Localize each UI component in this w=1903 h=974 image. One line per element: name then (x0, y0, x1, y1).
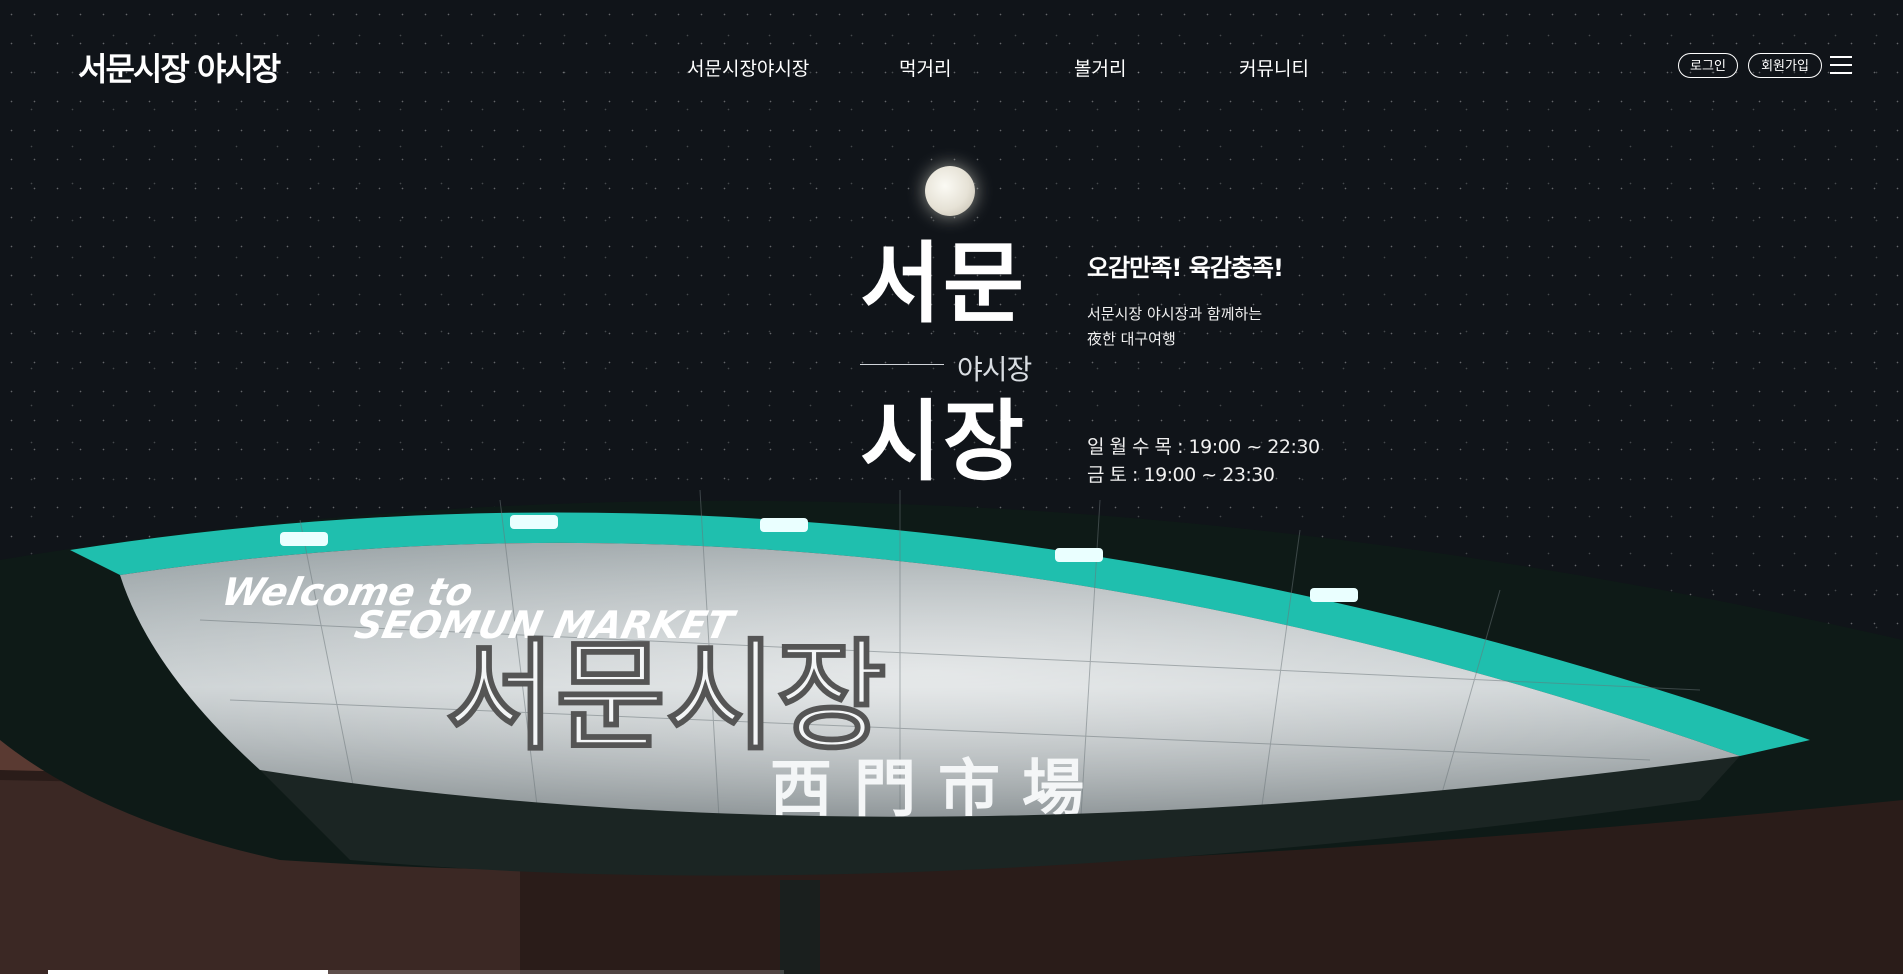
nav-item-night-market[interactable]: 서문시장야시장 (687, 54, 809, 81)
hero-subtitle: 야시장 (957, 353, 1032, 386)
slider-progress-track[interactable] (48, 970, 784, 974)
market-sign-image: Welcome to SEOMUN MARKET 서문시장 西門市場 (0, 489, 1903, 974)
nav-item-food[interactable]: 먹거리 (899, 54, 951, 81)
moon-icon (925, 166, 975, 216)
hero-slogan: 오감만족! 육감충족! (1087, 254, 1284, 282)
title-divider (860, 364, 944, 365)
slider-progress-fill (48, 970, 328, 974)
sign-market-hanja-text: 西門市場 (770, 752, 1106, 825)
hero-title-top: 서문 (860, 232, 1026, 335)
nav-item-community[interactable]: 커뮤니티 (1239, 54, 1309, 81)
hero-description-line1: 서문시장 야시장과 함께하는 (1087, 305, 1263, 323)
login-button[interactable]: 로그인 (1678, 53, 1738, 78)
signup-button[interactable]: 회원가입 (1748, 53, 1822, 78)
main-navigation: 서문시장야시장 먹거리 볼거리 커뮤니티 (0, 54, 1903, 84)
sign-market-ko-text: 서문시장 (445, 628, 887, 767)
nav-item-attractions[interactable]: 볼거리 (1074, 54, 1126, 81)
hamburger-menu-icon[interactable] (1830, 56, 1852, 74)
hero-description-line2: 夜한 대구여행 (1087, 330, 1176, 348)
